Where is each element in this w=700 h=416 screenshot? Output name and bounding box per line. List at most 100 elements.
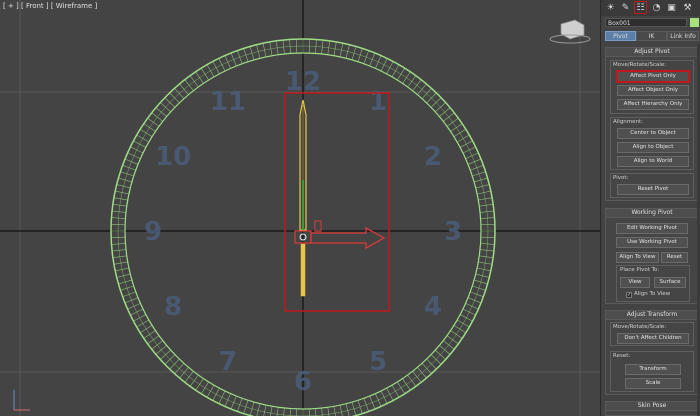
adjust-pivot-title[interactable]: Adjust Pivot: [606, 48, 698, 57]
alignment-group: Alignment: Center to Object Align to Obj…: [610, 117, 694, 170]
ring-segment: [467, 297, 482, 304]
tab-ik[interactable]: IK: [636, 31, 667, 41]
place-pivot-surface-button[interactable]: Surface: [654, 277, 686, 288]
align-to-world-button[interactable]: Align to World: [617, 156, 689, 167]
ring-segment: [421, 88, 432, 99]
hierarchy-subtabs: Pivot IK Link Info: [605, 31, 699, 41]
ring-segment: [357, 400, 363, 414]
modify-icon[interactable]: ✎: [619, 1, 632, 14]
ring-segment: [460, 140, 473, 148]
tab-pivot[interactable]: Pivot: [605, 31, 636, 41]
ring-segment: [470, 291, 484, 297]
ring-segment: [189, 75, 199, 88]
adjust-transform-title[interactable]: Adjust Transform: [606, 311, 698, 320]
ring-segment: [439, 345, 451, 355]
ring-segment: [315, 408, 317, 416]
ring-segment: [443, 112, 455, 122]
working-pivot-title[interactable]: Working Pivot: [606, 209, 698, 218]
ring-segment: [457, 319, 470, 328]
ring-segment: [224, 55, 231, 69]
ring-segment: [462, 146, 476, 154]
edit-working-pivot-button[interactable]: Edit Working Pivot: [616, 223, 688, 234]
affect-pivot-only-button[interactable]: Affect Pivot Only: [617, 71, 689, 82]
ring-segment: [184, 79, 194, 91]
ring-segment: [243, 48, 249, 62]
ring-segment: [339, 405, 343, 416]
ring-segment: [184, 371, 194, 383]
ring-segment: [369, 395, 376, 410]
use-working-pivot-button[interactable]: Use Working Pivot: [616, 237, 688, 248]
ring-segment: [147, 117, 160, 127]
ring-segment: [160, 102, 171, 113]
reset-pivot-button[interactable]: Reset Pivot: [617, 184, 689, 195]
ring-segment: [256, 403, 261, 416]
ring-segment: [249, 46, 255, 60]
align-to-view-checkbox[interactable]: ✓: [626, 292, 632, 298]
dont-affect-children-button[interactable]: Don't Affect Children: [617, 333, 689, 344]
ring-segment: [151, 112, 163, 122]
ring-segment: [470, 165, 484, 171]
place-pivot-view-button[interactable]: View: [620, 277, 650, 288]
adjust-pivot-rollout: Adjust Pivot Move/Rotate/Scale: Affect P…: [605, 47, 699, 201]
ring-segment: [289, 408, 291, 416]
motion-icon[interactable]: ◔: [650, 1, 663, 14]
ring-segment: [453, 129, 466, 137]
ring-segment: [380, 58, 388, 72]
skin-pose-title[interactable]: Skin Pose: [606, 402, 698, 411]
tab-link-info[interactable]: Link Info: [667, 31, 699, 41]
ring-segment: [224, 393, 231, 407]
pivot-gizmo-handle[interactable]: [314, 220, 322, 232]
move-rotate-scale-label: Move/Rotate/Scale:: [613, 62, 667, 68]
viewport-canvas[interactable]: 121234567891011: [0, 0, 600, 416]
ring-segment: [136, 319, 149, 328]
ring-segment: [130, 146, 144, 154]
viewport-label[interactable]: [ + ] [ Front ] [ Wireframe ]: [3, 2, 97, 10]
ring-segment: [460, 314, 473, 322]
ring-segment: [333, 406, 336, 416]
ring-segment: [230, 395, 237, 410]
object-name-field[interactable]: Box001: [605, 18, 687, 27]
ring-segment: [435, 349, 446, 360]
ring-segment: [472, 285, 486, 291]
reset-working-pivot-button[interactable]: Reset: [661, 252, 688, 263]
clock-numeral: 11: [210, 87, 246, 117]
utilities-icon[interactable]: ⚒: [681, 1, 694, 14]
move-rotate-scale-group: Move/Rotate/Scale: Affect Pivot Only Aff…: [610, 60, 694, 114]
ring-segment: [270, 406, 273, 416]
reset-transform-button[interactable]: Transform: [625, 364, 681, 375]
clock-numeral: 1: [369, 87, 387, 117]
viewcube-icon[interactable]: [560, 19, 585, 40]
clock-numeral: 5: [369, 347, 387, 377]
reset-scale-button[interactable]: Scale: [625, 378, 681, 389]
ring-segment: [474, 279, 488, 285]
ring-segment: [124, 297, 139, 304]
ring-segment: [475, 273, 490, 278]
display-icon[interactable]: ▣: [665, 1, 678, 14]
ring-segment: [375, 55, 382, 69]
ring-segment: [195, 378, 204, 391]
sun-icon[interactable]: ☀: [604, 1, 617, 14]
hierarchy-icon[interactable]: ☷: [634, 1, 647, 14]
ring-segment: [276, 407, 279, 416]
ring-segment: [212, 388, 220, 401]
align-to-object-button[interactable]: Align to Object: [617, 142, 689, 153]
clock-hand-tail[interactable]: [300, 243, 306, 297]
ring-segment: [195, 71, 204, 84]
ring-segment: [212, 61, 220, 74]
object-color-swatch[interactable]: [690, 18, 699, 27]
front-viewport[interactable]: 12 1 2 3 4 5 6 7 8 9 10 11 [ + ] [ Front ] [ Wirefr…: [0, 0, 600, 416]
affect-object-only-button[interactable]: Affect Object Only: [617, 85, 689, 96]
ring-segment: [465, 303, 479, 310]
affect-hierarchy-only-button[interactable]: Affect Hierarchy Only: [617, 99, 689, 110]
command-panel: ☀ ✎ ☷ ◔ ▣ ⚒ Box001 Pivot IK Link Info Ad…: [600, 0, 700, 416]
alignment-label: Alignment:: [613, 119, 644, 125]
ring-segment: [391, 64, 400, 77]
ring-segment: [263, 405, 267, 416]
align-to-view-button[interactable]: Align To View: [616, 252, 659, 263]
ring-segment: [446, 117, 459, 127]
ring-segment: [345, 44, 350, 59]
ring-segment: [155, 107, 167, 117]
ring-segment: [391, 385, 400, 398]
center-to-object-button[interactable]: Center to Object: [617, 128, 689, 139]
ring-segment: [122, 165, 136, 171]
